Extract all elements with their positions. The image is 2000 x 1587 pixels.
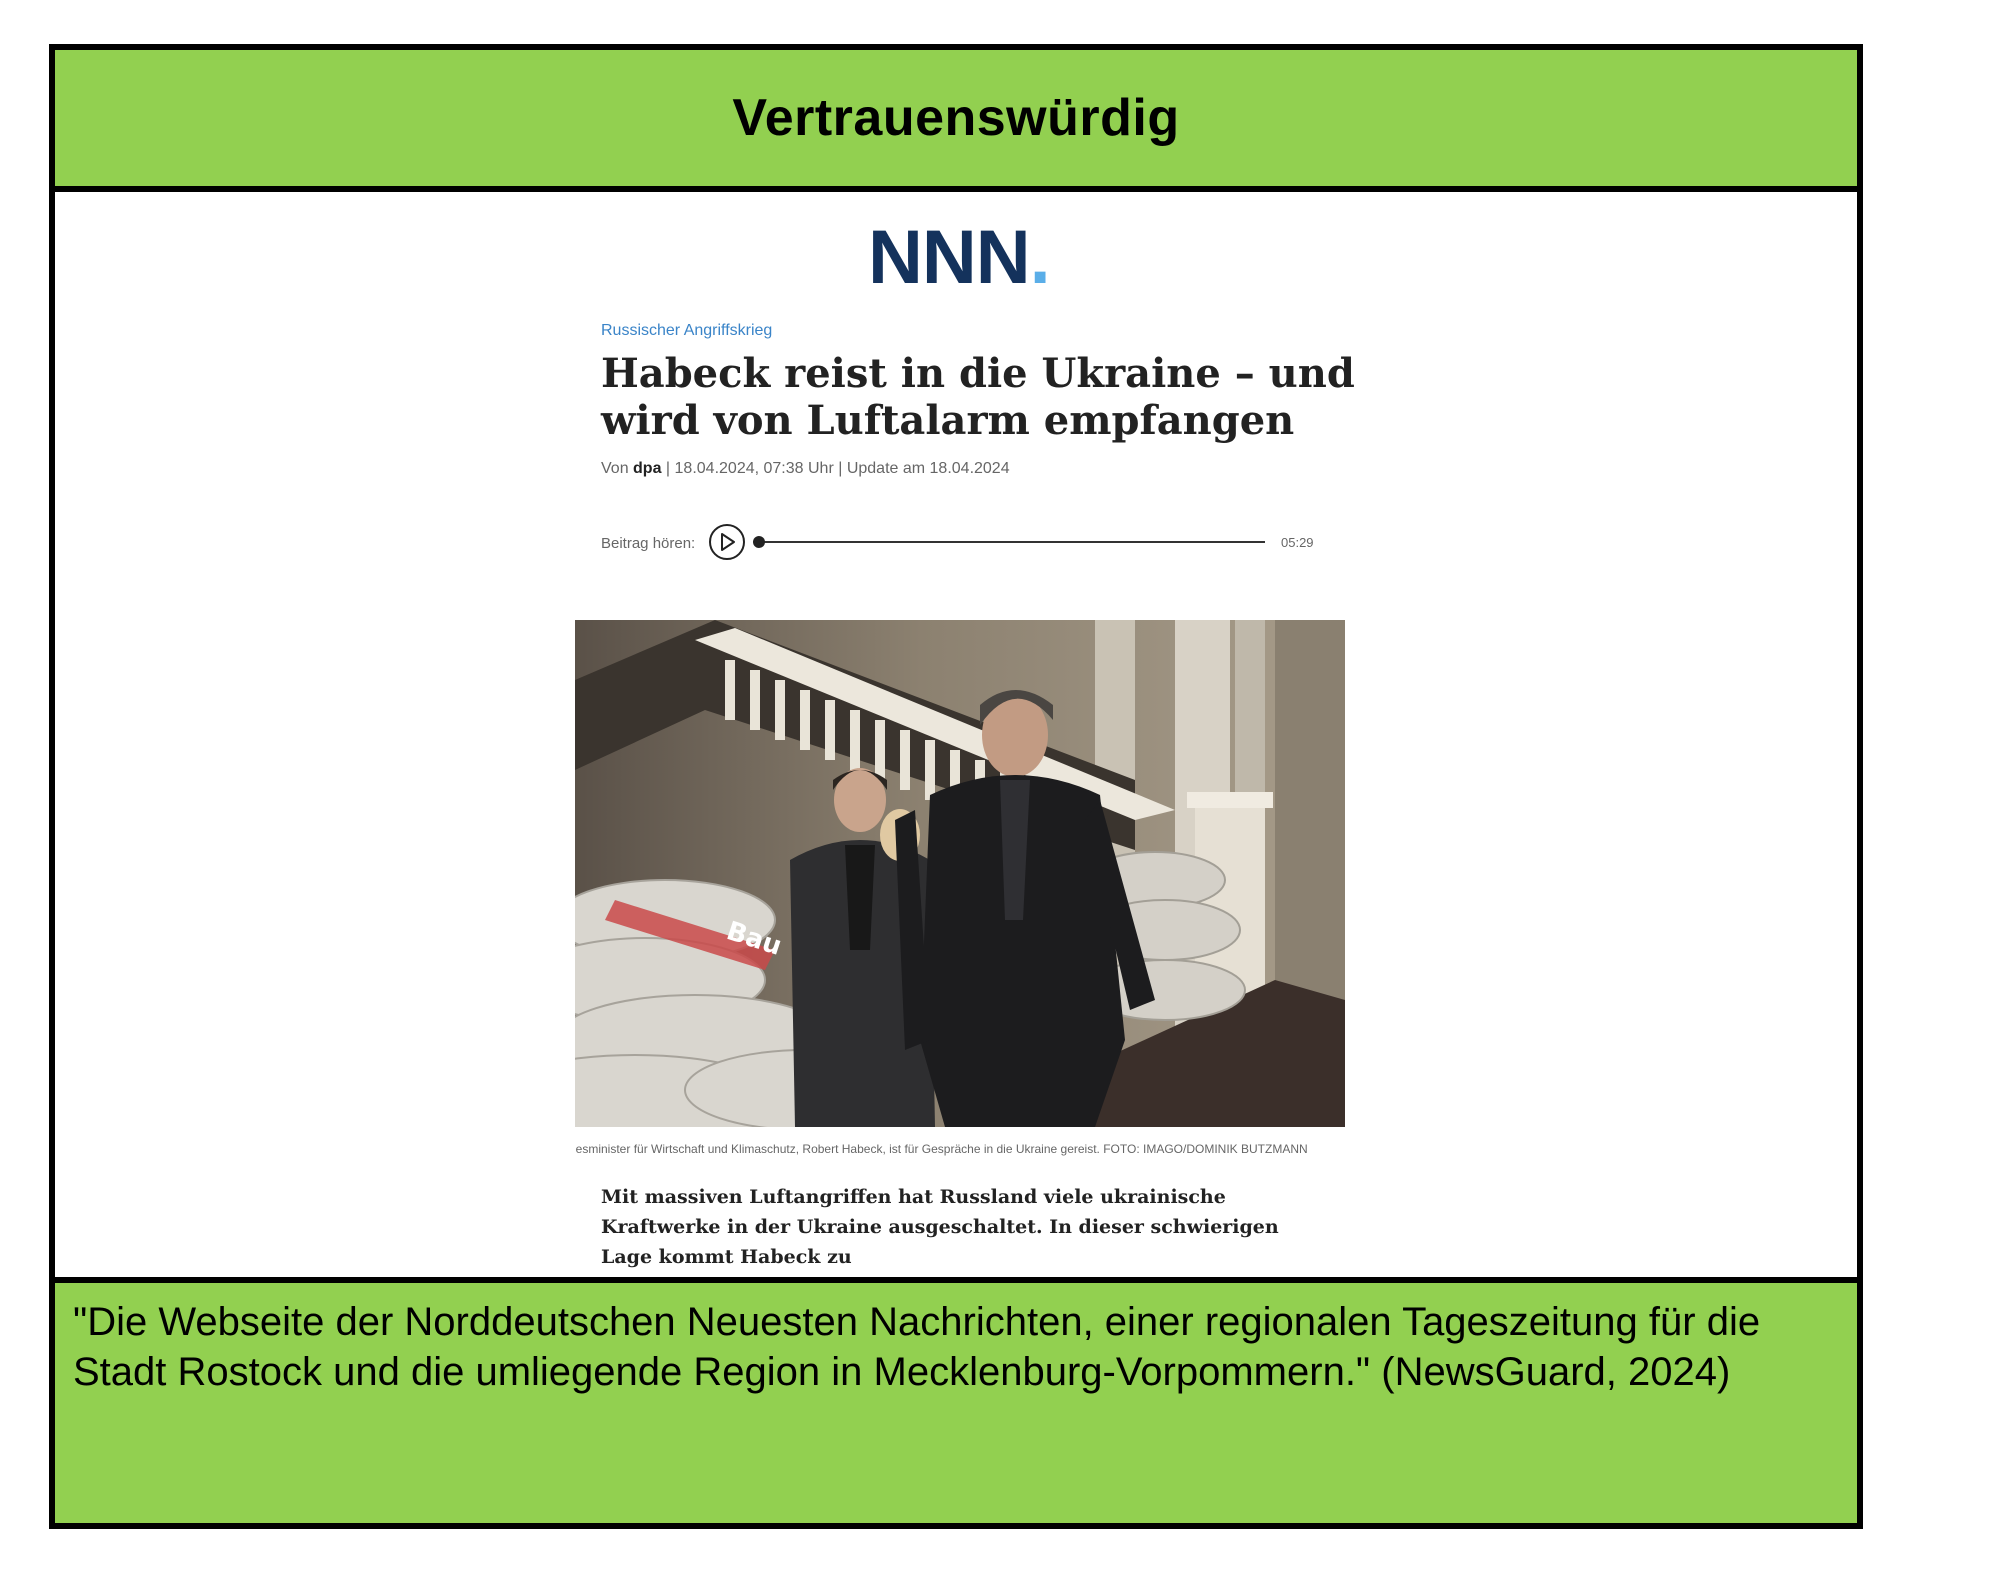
rating-label: Vertrauenswürdig (732, 89, 1180, 147)
article-screenshot: NNN. Russischer Angriffskrieg Habeck rei… (55, 192, 1857, 1323)
byline-prefix: Von (601, 460, 634, 477)
site-logo[interactable]: NNN. (868, 220, 1051, 296)
rating-card: Vertrauenswürdig NNN. Russischer Angriff… (49, 44, 1863, 1529)
audio-duration: 05:29 (1281, 535, 1314, 550)
article-byline: Von dpa | 18.04.2024, 07:38 Uhr | Update… (601, 460, 1010, 478)
byline-date: | 18.04.2024, 07:38 Uhr | Update am 18.0… (661, 460, 1010, 477)
article-lead: Mit massiven Luftangriffen hat Russland … (601, 1186, 1279, 1268)
article-kicker[interactable]: Russischer Angriffskrieg (601, 322, 772, 340)
play-icon (721, 533, 735, 551)
byline-author: dpa (633, 460, 662, 477)
logo-text: NNN (868, 215, 1031, 300)
logo-dot: . (1029, 215, 1051, 300)
audio-progress-track[interactable] (759, 541, 1265, 543)
photo-caption-text: desminister für Wirtschaft und Klimaschu… (575, 1142, 1308, 1156)
photo-caption: desminister für Wirtschaft und Klimaschu… (575, 1142, 1345, 1156)
play-button[interactable] (709, 524, 745, 560)
rating-header: Vertrauenswürdig (55, 50, 1857, 192)
photo-illustration: Bau (575, 620, 1345, 1127)
source-quote: "Die Webseite der Norddeutschen Neuesten… (73, 1300, 1761, 1394)
article-photo[interactable]: Bau (575, 620, 1345, 1127)
audio-player-label: Beitrag hören: (601, 535, 696, 552)
source-description: "Die Webseite der Norddeutschen Neuesten… (55, 1277, 1857, 1523)
audio-player: Beitrag hören: 05:29 (601, 522, 1321, 566)
article-headline: Habeck reist in die Ukraine – und wird v… (601, 350, 1355, 444)
audio-progress-handle[interactable] (753, 536, 765, 548)
